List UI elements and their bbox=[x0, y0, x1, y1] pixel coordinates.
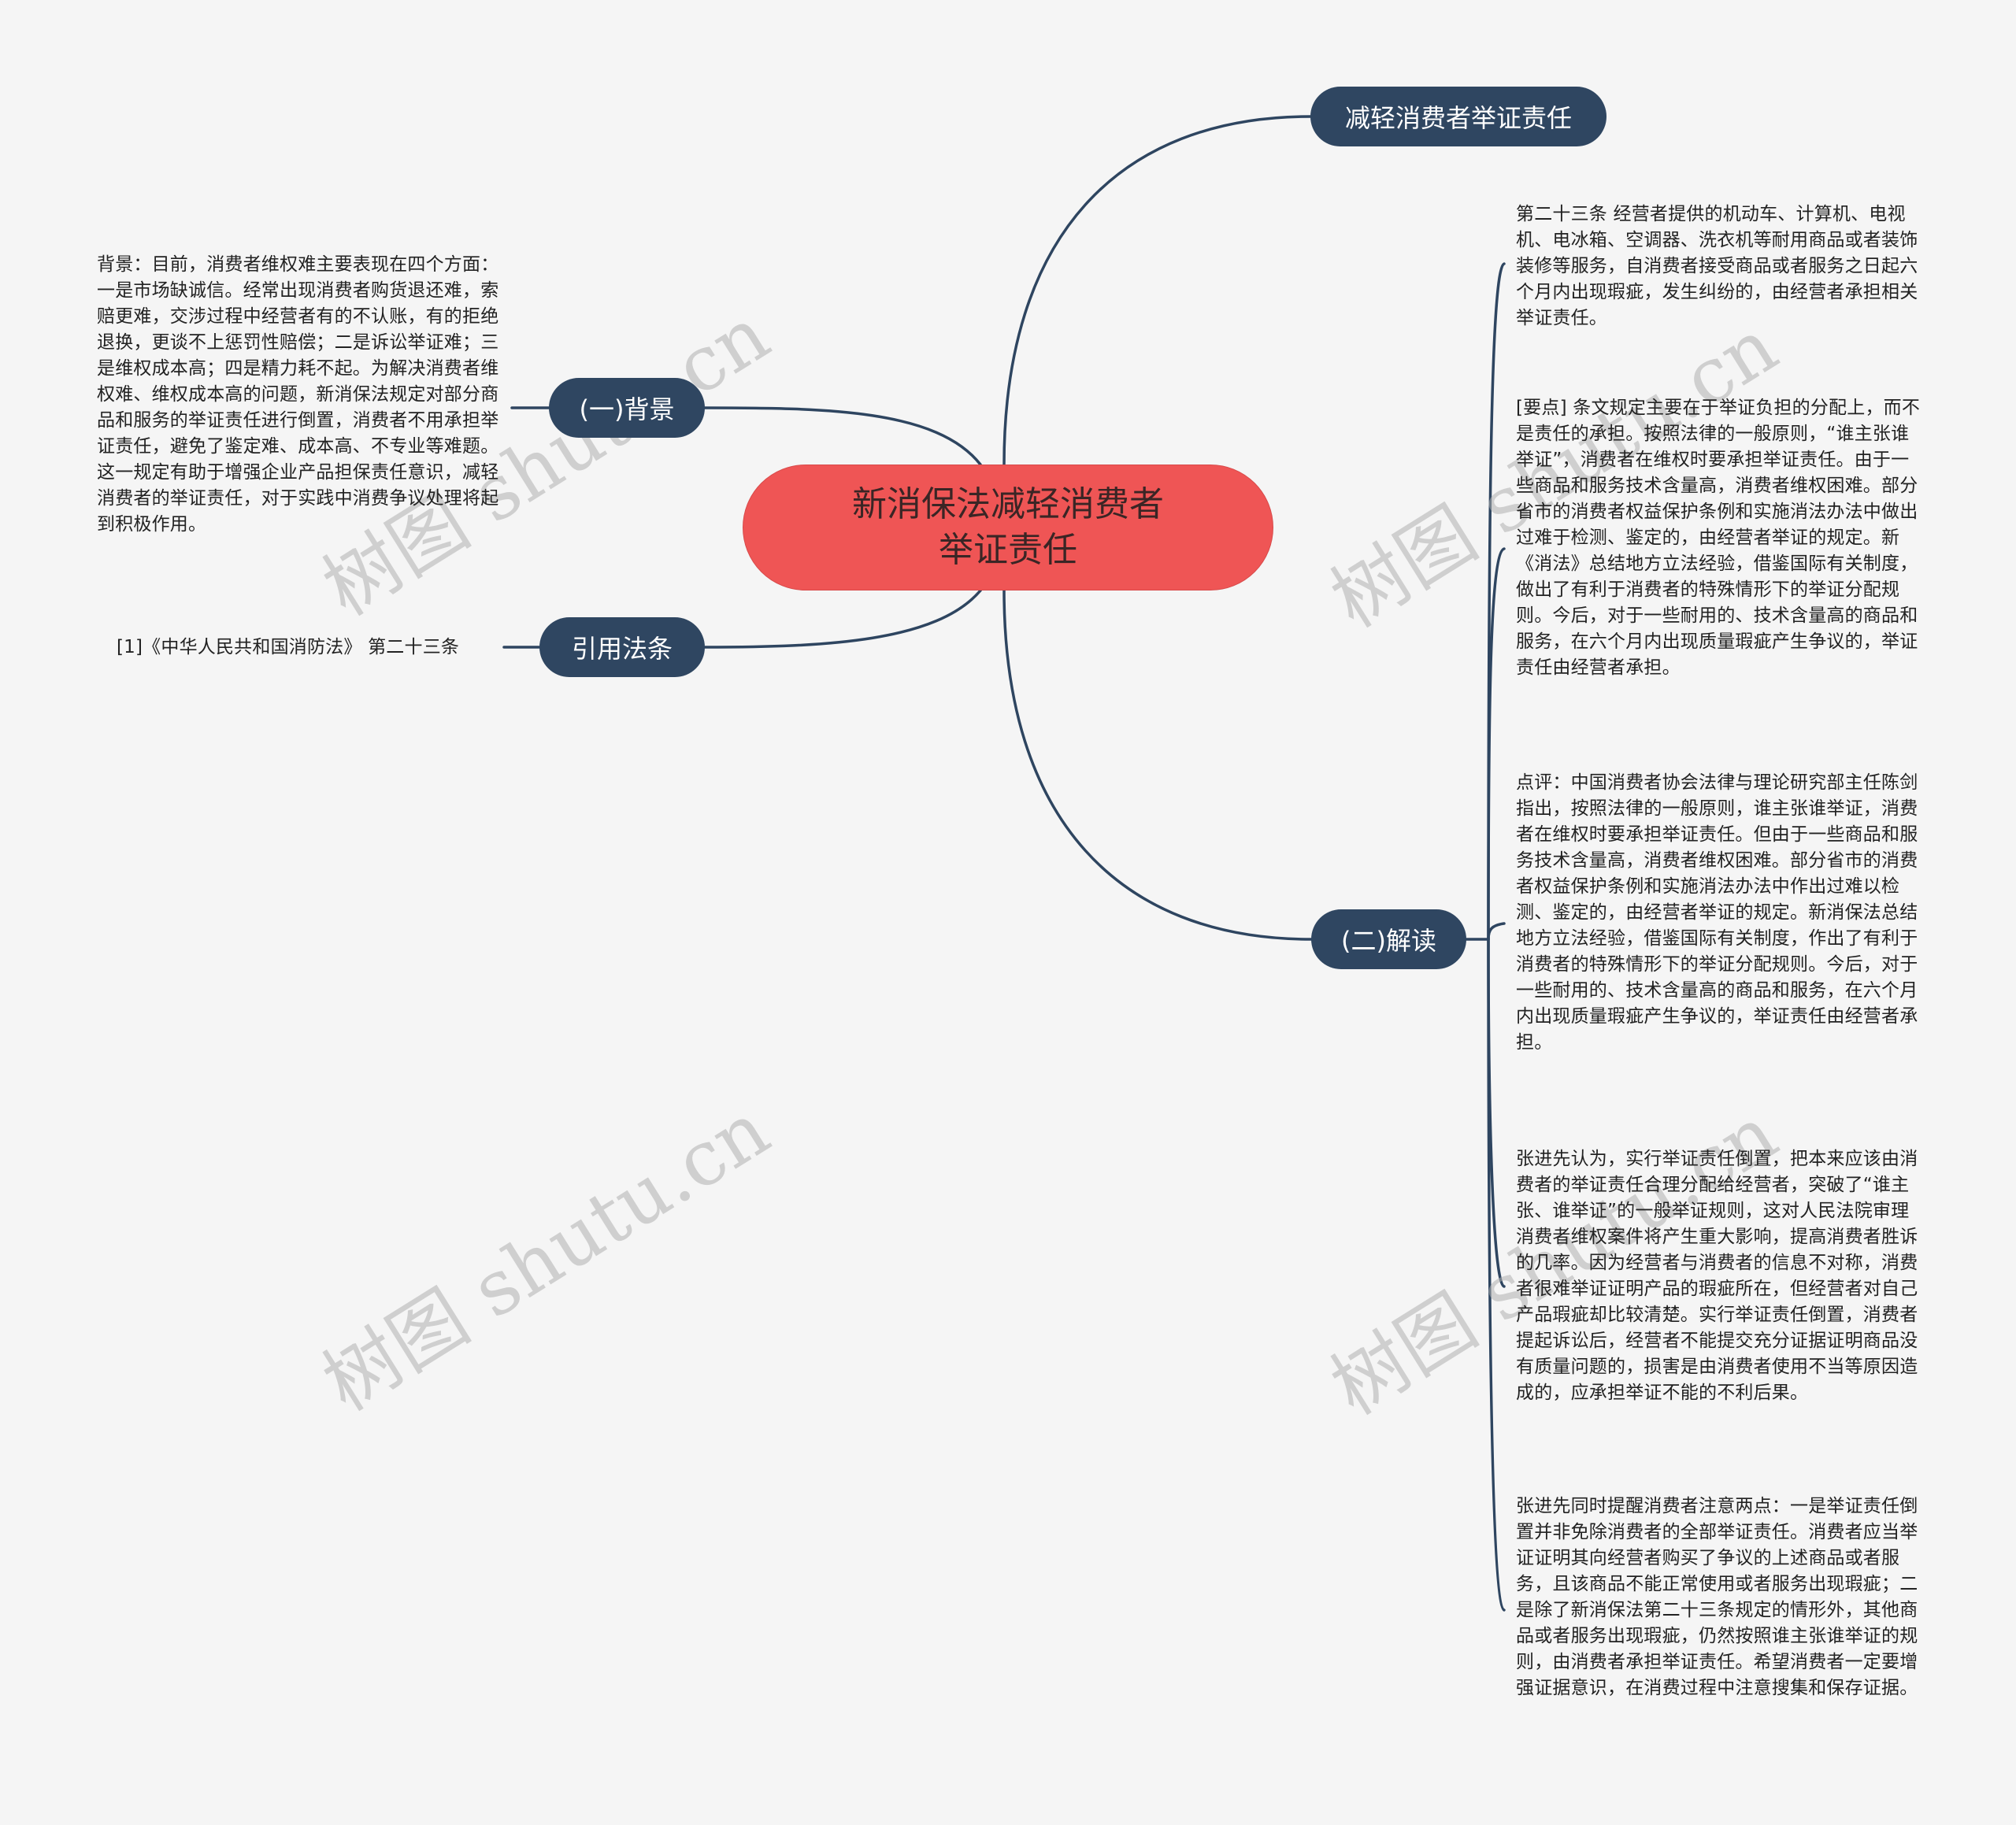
node-citation[interactable]: 引用法条 bbox=[539, 617, 705, 677]
interpretation-item-1: 第二十三条 经营者提供的机动车、计算机、电视机、电冰箱、空调器、洗衣机等耐用商品… bbox=[1516, 204, 1918, 328]
node-background[interactable]: (一)背景 bbox=[549, 378, 705, 438]
connector-root-to-background bbox=[703, 406, 982, 466]
connector-root-to-interpretation bbox=[1002, 589, 1313, 941]
interpretation-item-3: 点评：中国消费者协会法律与理论研究部主任陈剑指出，按照法律的一般原则，谁主张谁举… bbox=[1516, 772, 1918, 1053]
interpretation-item-5: 张进先同时提醒消费者注意两点：一是举证责任倒置并非免除消费者的全部举证责任。消费… bbox=[1516, 1496, 1918, 1698]
interpretation-item-2: [要点] 条文规定主要在于举证负担的分配上，而不是责任的承担。按照法律的一般原则… bbox=[1516, 398, 1921, 678]
node-reduce-burden[interactable]: 减轻消费者举证责任 bbox=[1310, 87, 1606, 146]
background-text: 背景：目前，消费者维权难主要表现在四个方面：一是市场缺诚信。经常出现消费者购货退… bbox=[97, 254, 499, 535]
bracket-to-item-4 bbox=[1487, 938, 1506, 1288]
connector-root-to-citation bbox=[703, 589, 982, 649]
node-background-label: (一)背景 bbox=[579, 394, 675, 424]
interpretation-item-4: 张进先认为，实行举证责任倒置，把本来应该由消费者的举证责任合理分配给经营者，突破… bbox=[1516, 1149, 1918, 1403]
bracket-to-item-2 bbox=[1487, 547, 1506, 941]
bracket-to-item-5 bbox=[1487, 938, 1506, 1612]
root-node[interactable]: 新消保法减轻消费者举证责任 bbox=[743, 465, 1273, 590]
bracket-to-item-1 bbox=[1487, 262, 1506, 941]
connector-root-to-reduce bbox=[1002, 115, 1312, 466]
citation-text: [1]《中华人民共和国消防法》 第二十三条 bbox=[117, 637, 460, 657]
bracket-to-item-3 bbox=[1487, 922, 1506, 941]
node-citation-label: 引用法条 bbox=[571, 634, 673, 664]
node-interpretation-label: (二)解读 bbox=[1341, 926, 1436, 956]
root-node-label: 新消保法减轻消费者举证责任 bbox=[852, 484, 1164, 570]
node-reduce-burden-label: 减轻消费者举证责任 bbox=[1344, 103, 1572, 133]
node-interpretation[interactable]: (二)解读 bbox=[1311, 909, 1466, 969]
